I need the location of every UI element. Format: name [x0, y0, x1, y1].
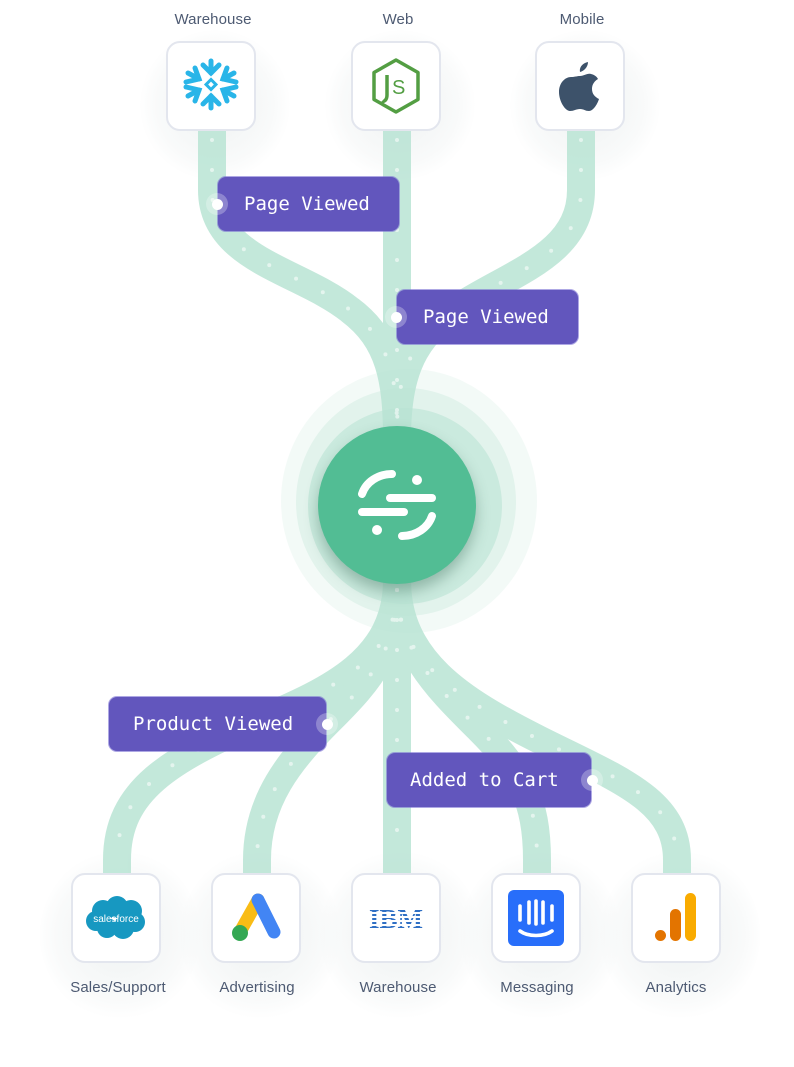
svg-text:IBM: IBM [369, 905, 423, 931]
event-label: Added to Cart [410, 769, 559, 791]
snowflake-icon [183, 58, 239, 111]
destination-node-analytics[interactable] [631, 873, 721, 963]
event-label: Page Viewed [423, 306, 549, 328]
nodejs-icon: S [372, 58, 420, 114]
connector-dot [206, 193, 228, 215]
segment-logo-icon [358, 470, 436, 540]
svg-text:S: S [392, 77, 405, 99]
google-analytics-icon [655, 893, 696, 941]
event-tag-added-to-cart[interactable]: Added to Cart [387, 753, 603, 807]
event-tag-page-viewed-web[interactable]: Page Viewed [385, 290, 578, 344]
event-label: Product Viewed [133, 713, 294, 735]
destination-label: Advertising [219, 979, 295, 996]
destination-label: Messaging [500, 979, 574, 996]
segment-hub[interactable] [318, 426, 476, 584]
salesforce-icon: salesforce [86, 896, 145, 939]
svg-text:salesforce: salesforce [93, 914, 139, 925]
source-label: Web [382, 11, 414, 28]
event-tag-product-viewed[interactable]: Product Viewed [109, 697, 338, 751]
ibm-icon: IBM [369, 905, 423, 931]
connector-dot [385, 306, 407, 328]
destination-label: Analytics [645, 979, 707, 996]
flow-path-mobile-source [383, 130, 595, 441]
event-tag-page-viewed-warehouse[interactable]: Page Viewed [206, 177, 399, 231]
apple-icon [559, 62, 599, 111]
destination-node-messaging[interactable] [491, 873, 581, 963]
source-node-web[interactable]: S [351, 41, 441, 131]
destination-node-ibm[interactable]: IBM [351, 873, 441, 963]
connector-dot [316, 713, 338, 735]
destination-node-advertising[interactable] [211, 873, 301, 963]
connector-dot [581, 769, 603, 791]
google-ads-icon [232, 893, 281, 941]
destination-node-sales[interactable]: salesforce [71, 873, 161, 963]
data-flow-diagram: Warehouse Web Mobile S Page Viewed Page … [0, 0, 794, 1067]
event-label: Page Viewed [244, 193, 370, 215]
source-label: Warehouse [174, 11, 252, 28]
intercom-icon [508, 890, 564, 946]
destination-label: Sales/Support [70, 979, 166, 996]
destination-label: Warehouse [359, 979, 437, 996]
source-node-mobile[interactable] [535, 41, 625, 131]
source-label: Mobile [559, 11, 605, 28]
source-node-warehouse[interactable] [166, 41, 256, 131]
